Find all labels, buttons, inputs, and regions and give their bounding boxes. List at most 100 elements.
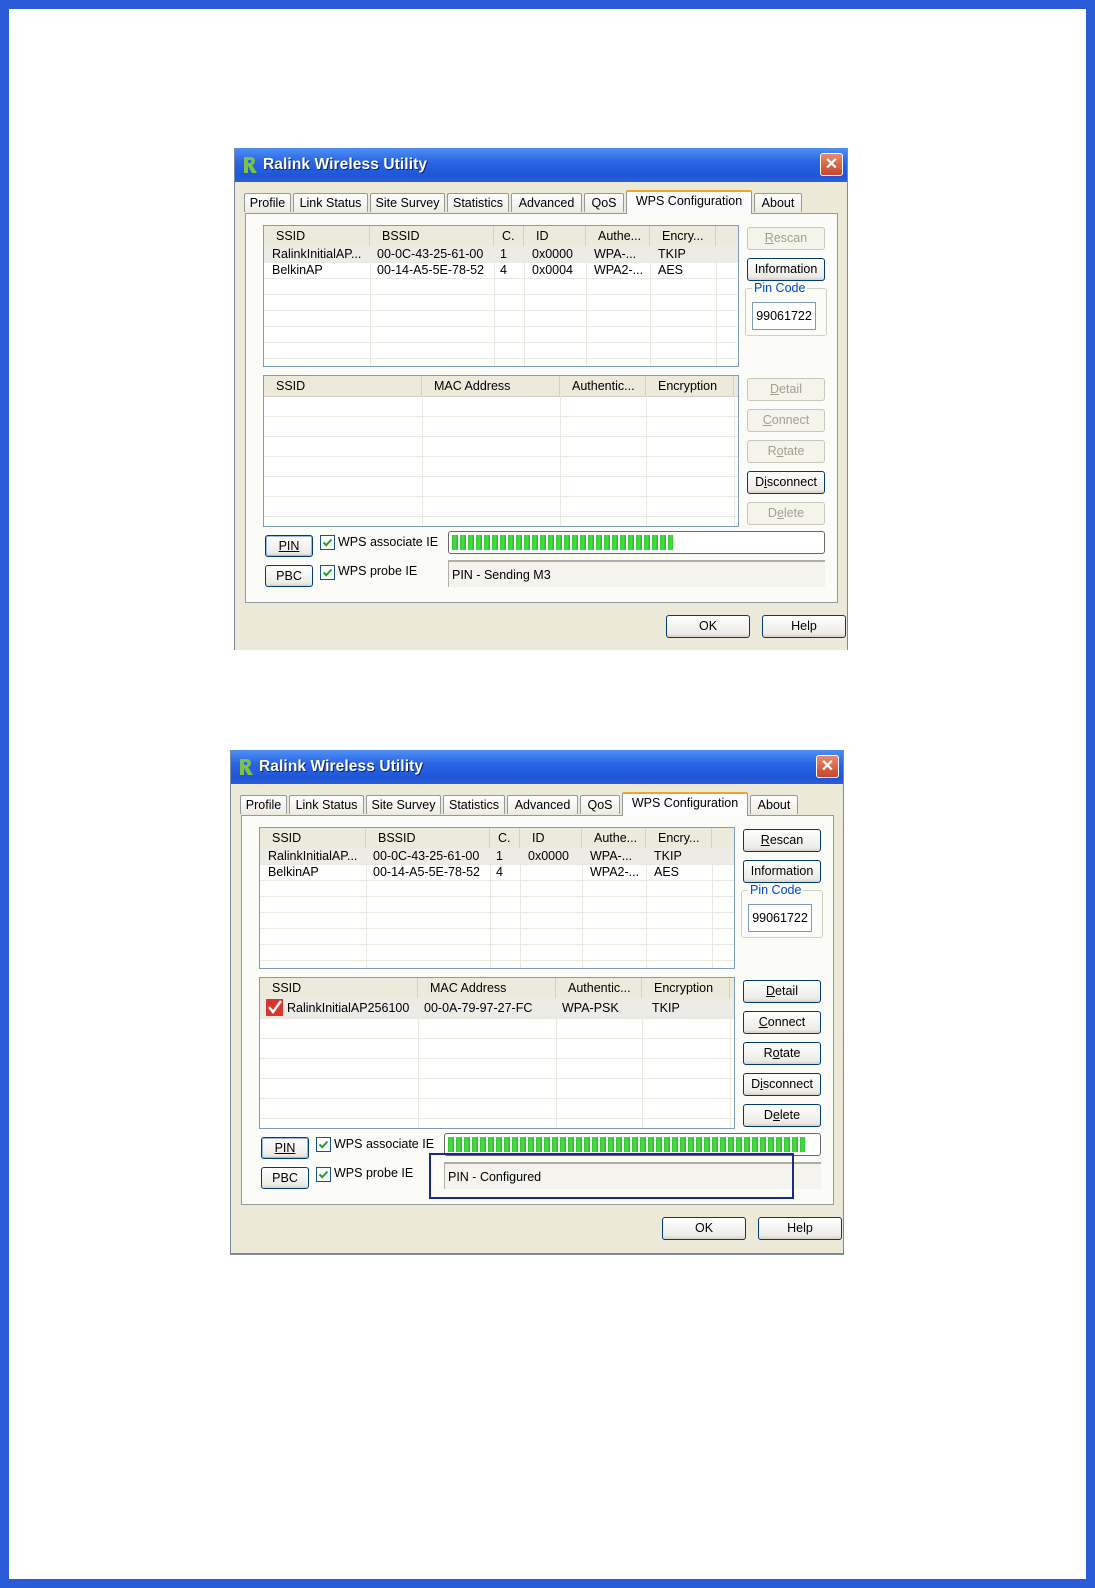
table-row[interactable]: BelkinAP 00-14-A5-5E-78-52 4 0x0004 WPA2… (264, 262, 738, 279)
wps-panel: SSID BSSID C. ID Authe... Encry... Ralin… (241, 815, 834, 1205)
pbc-button[interactable]: PBC (261, 1167, 309, 1189)
tab-advanced[interactable]: Advanced (511, 193, 582, 212)
col-authentication[interactable]: Authentic... (560, 376, 646, 396)
cell-encry: TKIP (654, 849, 682, 863)
col-id[interactable]: ID (520, 828, 582, 848)
pin-code-label: Pin Code (752, 281, 808, 295)
detail-button[interactable]: Detail (747, 378, 825, 401)
tab-link-status[interactable]: Link Status (293, 193, 368, 212)
pin-button-label: PIN (278, 539, 300, 553)
col-mac-address[interactable]: MAC Address (422, 376, 560, 396)
wps-credential-list[interactable]: SSID MAC Address Authentic... Encryption (263, 375, 739, 527)
window-bottom-border (231, 1253, 843, 1255)
col-mac-address[interactable]: MAC Address (418, 978, 556, 998)
wps-probe-ie-checkbox[interactable] (320, 565, 335, 580)
wps-associate-ie-label: WPS associate IE (338, 535, 439, 549)
close-button[interactable]: ✕ (820, 153, 843, 176)
wps-ap-list[interactable]: SSID BSSID C. ID Authe... Encry... Ralin… (263, 225, 739, 367)
progress-fill (448, 1137, 805, 1152)
wps-associate-ie-checkbox[interactable] (316, 1137, 331, 1152)
cell-auth: WPA-... (590, 849, 633, 863)
col-channel[interactable]: C. (490, 828, 520, 848)
col-encry[interactable]: Encry... (646, 828, 712, 848)
col-auth[interactable]: Authe... (586, 226, 650, 246)
delete-button[interactable]: Delete (743, 1104, 821, 1127)
tab-link-status[interactable]: Link Status (289, 795, 364, 814)
wps-probe-ie-checkbox[interactable] (316, 1167, 331, 1182)
pbc-button[interactable]: PBC (265, 565, 313, 587)
rotate-button[interactable]: Rotate (743, 1042, 821, 1065)
credential-list-header: SSID MAC Address Authentic... Encryption (260, 978, 734, 999)
help-button[interactable]: Help (758, 1217, 842, 1240)
tab-about[interactable]: About (754, 193, 802, 212)
table-row[interactable]: RalinkInitialAP256100 00-0A-79-97-27-FC … (260, 998, 734, 1019)
col-ssid[interactable]: SSID (260, 978, 418, 998)
cell-auth: WPA2-... (594, 263, 644, 277)
tab-site-survey[interactable]: Site Survey (366, 795, 441, 814)
ralink-utility-window-sending: Ralink Wireless Utility ✕ Profile Link S… (234, 148, 848, 650)
wps-associate-ie-label: WPS associate IE (334, 1137, 435, 1151)
title-bar[interactable]: Ralink Wireless Utility ✕ (231, 750, 843, 784)
ralink-app-icon (240, 759, 253, 775)
table-row[interactable]: BelkinAP 00-14-A5-5E-78-52 4 WPA2-... AE… (260, 864, 734, 881)
col-bssid[interactable]: BSSID (366, 828, 490, 848)
col-ssid[interactable]: SSID (264, 226, 370, 246)
detail-button[interactable]: Detail (743, 980, 821, 1003)
title-bar[interactable]: Ralink Wireless Utility ✕ (235, 148, 847, 182)
col-encryption[interactable]: Encryption (642, 978, 730, 998)
tab-wps-configuration[interactable]: WPS Configuration (626, 190, 752, 214)
cell-id: 0x0004 (532, 263, 574, 277)
col-id[interactable]: ID (524, 226, 586, 246)
tab-site-survey[interactable]: Site Survey (370, 193, 445, 212)
rotate-button[interactable]: Rotate (747, 440, 825, 463)
cell-encry: TKIP (658, 247, 686, 261)
tab-statistics[interactable]: Statistics (447, 193, 509, 212)
wps-associate-ie-checkbox[interactable] (320, 535, 335, 550)
disconnect-button[interactable]: Disconnect (743, 1073, 821, 1096)
connect-button[interactable]: Connect (747, 409, 825, 432)
wps-credential-list[interactable]: SSID MAC Address Authentic... Encryption… (259, 977, 735, 1129)
col-ssid[interactable]: SSID (264, 376, 422, 396)
col-ssid[interactable]: SSID (260, 828, 366, 848)
rescan-button[interactable]: Rescan (743, 829, 821, 852)
cell-ssid: RalinkInitialAP... (272, 247, 362, 261)
wps-probe-ie-label: WPS probe IE (334, 1166, 414, 1180)
cell-encry: AES (658, 263, 684, 277)
cell-bssid: 00-0C-43-25-61-00 (377, 247, 484, 261)
col-encry[interactable]: Encry... (650, 226, 716, 246)
wps-ap-list[interactable]: SSID BSSID C. ID Authe... Encry... Ralin… (259, 827, 735, 969)
table-row[interactable]: RalinkInitialAP... 00-0C-43-25-61-00 1 0… (264, 246, 738, 263)
col-bssid[interactable]: BSSID (370, 226, 494, 246)
tab-about[interactable]: About (750, 795, 798, 814)
progress-fill (452, 535, 673, 550)
cell-ssid: BelkinAP (272, 263, 323, 277)
pin-button[interactable]: PIN (261, 1137, 309, 1159)
ok-button[interactable]: OK (662, 1217, 746, 1240)
information-button[interactable]: Information (743, 860, 821, 883)
tab-statistics[interactable]: Statistics (443, 795, 505, 814)
connect-button[interactable]: Connect (743, 1011, 821, 1034)
cell-ssid: RalinkInitialAP256100 (287, 1001, 410, 1015)
tab-wps-configuration[interactable]: WPS Configuration (622, 792, 748, 816)
pin-button[interactable]: PIN (265, 535, 313, 557)
close-button[interactable]: ✕ (816, 755, 839, 778)
col-encryption[interactable]: Encryption (646, 376, 734, 396)
rescan-button[interactable]: Rescan (747, 227, 825, 250)
window-title: Ralink Wireless Utility (263, 156, 428, 173)
col-auth[interactable]: Authe... (582, 828, 646, 848)
delete-button[interactable]: Delete (747, 502, 825, 525)
col-authentication[interactable]: Authentic... (556, 978, 642, 998)
col-channel[interactable]: C. (494, 226, 524, 246)
ap-list-header: SSID BSSID C. ID Authe... Encry... (264, 226, 738, 247)
status-highlight-box (429, 1153, 794, 1199)
tab-profile[interactable]: Profile (240, 795, 287, 814)
help-button[interactable]: Help (762, 615, 846, 638)
tab-qos[interactable]: QoS (584, 193, 624, 212)
ok-button[interactable]: OK (666, 615, 750, 638)
table-row[interactable]: RalinkInitialAP... 00-0C-43-25-61-00 1 0… (260, 848, 734, 865)
tab-qos[interactable]: QoS (580, 795, 620, 814)
tab-advanced[interactable]: Advanced (507, 795, 578, 814)
tab-profile[interactable]: Profile (244, 193, 291, 212)
disconnect-button[interactable]: Disconnect (747, 471, 825, 494)
information-button[interactable]: Information (747, 258, 825, 281)
